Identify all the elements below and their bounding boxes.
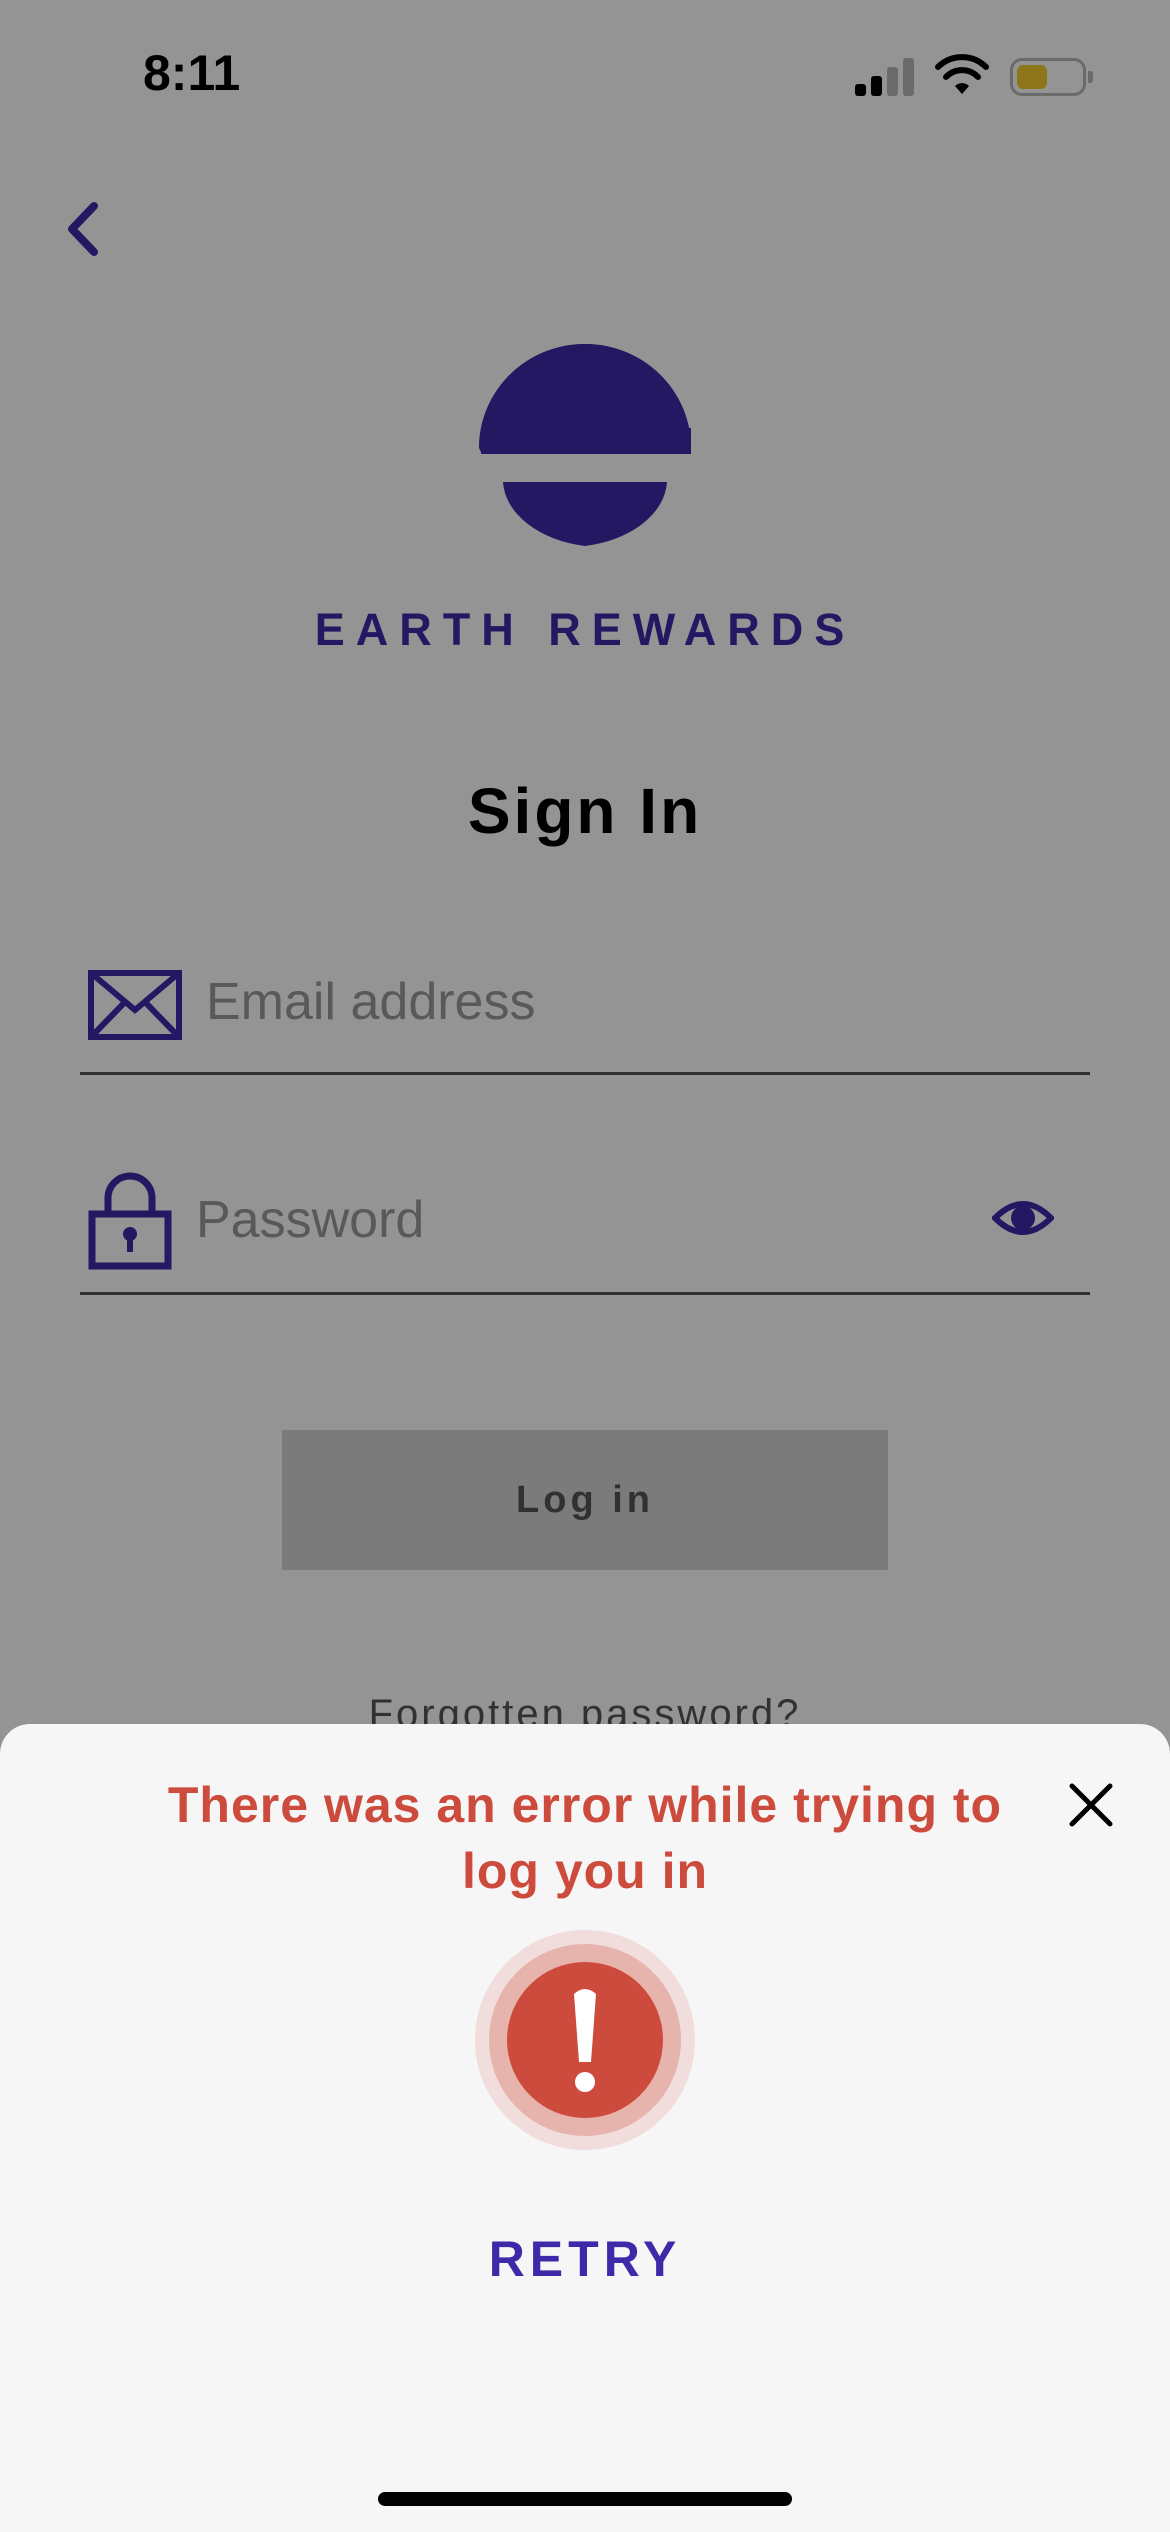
- exclamation-icon: [475, 1930, 695, 2150]
- close-icon[interactable]: [1066, 1780, 1116, 1830]
- retry-button[interactable]: RETRY: [0, 2230, 1170, 2288]
- sign-in-screen: 8:11 EARTH REWARDS Sign In Email address…: [0, 0, 1170, 2532]
- error-message: There was an error while trying to log y…: [167, 1777, 1003, 1899]
- home-indicator: [378, 2492, 792, 2506]
- error-bottom-sheet: There was an error while trying to log y…: [0, 1724, 1170, 2532]
